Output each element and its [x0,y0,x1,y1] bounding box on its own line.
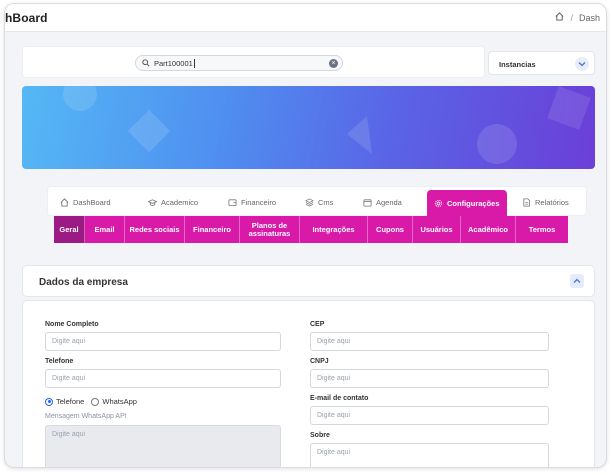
cep-input[interactable]: Digite aqui [310,332,549,351]
company-form: Nome Completo Digite aqui Telefone Digit… [22,300,595,467]
clear-search-button[interactable]: × [329,59,338,68]
tab-agenda[interactable]: Agenda [363,192,402,212]
telefone-label: Telefone [45,358,74,365]
tab-financeiro[interactable]: Financeiro [228,192,276,212]
contact-type-radio-group: Telefone WhatsApp [45,397,137,406]
section-header: Dados da empresa [22,265,595,297]
subtab-cupons[interactable]: Cupons [368,216,413,243]
subtab-financeiro[interactable]: Financeiro [185,216,240,243]
chevron-down-icon [575,57,589,71]
home-icon [60,197,69,207]
main-tabs: DashBoard Academico Financeiro Cms Agend… [47,186,587,217]
subtab-integracoes[interactable]: Integrações [300,216,368,243]
home-icon[interactable] [555,12,564,23]
collapse-button[interactable] [570,274,584,288]
instancias-select[interactable]: Instancias [488,51,595,75]
subtab-usuarios[interactable]: Usuários [413,216,461,243]
instancias-label: Instancias [499,60,536,69]
tab-label: Agenda [376,197,402,207]
radio-whatsapp[interactable] [91,397,100,406]
breadcrumb: / Dash [555,12,600,23]
graduation-cap-icon [147,198,158,207]
banner-decoration [63,86,591,164]
radio-telefone-label: Telefone [56,397,85,406]
layers-icon [305,197,314,207]
mensagem-label: Mensagem WhatsApp API [45,413,127,420]
breadcrumb-current[interactable]: Dash [579,13,600,23]
document-icon [522,197,531,207]
tab-academico[interactable]: Academico [147,192,199,212]
wallet-icon [228,198,237,207]
top-bar: hBoard / Dash [5,4,606,32]
subtab-geral[interactable]: Geral [54,216,85,243]
tab-cms[interactable]: Cms [305,192,333,212]
cnpj-input[interactable]: Digite aqui [310,369,549,388]
app-window: hBoard / Dash Part100001 × Instancias Da… [4,3,607,468]
email-input[interactable]: Digite aqui [310,406,549,425]
sobre-label: Sobre [310,432,330,439]
breadcrumb-separator: / [570,12,573,23]
mensagem-textarea[interactable]: Digite aqui [45,425,281,467]
email-label: E-mail de contato [310,395,369,402]
tab-label: Cms [318,197,334,207]
telefone-input[interactable]: Digite aqui [45,369,281,388]
search-input[interactable]: Part100001 × [135,55,343,71]
search-icon [142,54,150,72]
radio-whatsapp-label: WhatsApp [102,397,137,406]
subtab-academico[interactable]: Acadêmico [461,216,516,243]
tab-configuracoes[interactable]: Configurações [427,190,507,217]
radio-telefone[interactable] [45,397,53,406]
search-value: Part100001 [154,58,193,68]
sobre-textarea[interactable]: Digite aqui [310,443,549,467]
nome-label: Nome Completo [45,321,99,328]
tab-relatorios[interactable]: Relatórios [522,192,569,212]
search-card: Part100001 × [22,46,485,78]
subtab-termos[interactable]: Termos [516,216,568,243]
cnpj-label: CNPJ [310,358,329,365]
config-subtabs: Geral Email Redes sociais Financeiro Pla… [54,216,568,243]
subtab-redes-sociais[interactable]: Redes sociais [125,216,185,243]
tab-label: Relatórios [535,197,569,207]
nome-input[interactable]: Digite aqui [45,332,281,351]
chevron-up-icon [570,275,584,292]
cep-label: CEP [310,321,325,328]
subtab-planos-assinaturas[interactable]: Planos de assinaturas [240,216,300,243]
page-title: hBoard [5,11,48,25]
tab-dashboard[interactable]: DashBoard [60,192,111,212]
tab-label: Financeiro [241,197,277,207]
tab-label: Academico [161,197,199,207]
tab-label: DashBoard [73,197,111,207]
text-cursor [193,58,195,68]
calendar-icon [363,198,372,207]
tab-label: Configurações [447,199,500,208]
gear-icon [434,199,443,208]
section-title: Dados da empresa [39,277,128,288]
hero-banner [22,86,595,169]
subtab-email[interactable]: Email [85,216,125,243]
